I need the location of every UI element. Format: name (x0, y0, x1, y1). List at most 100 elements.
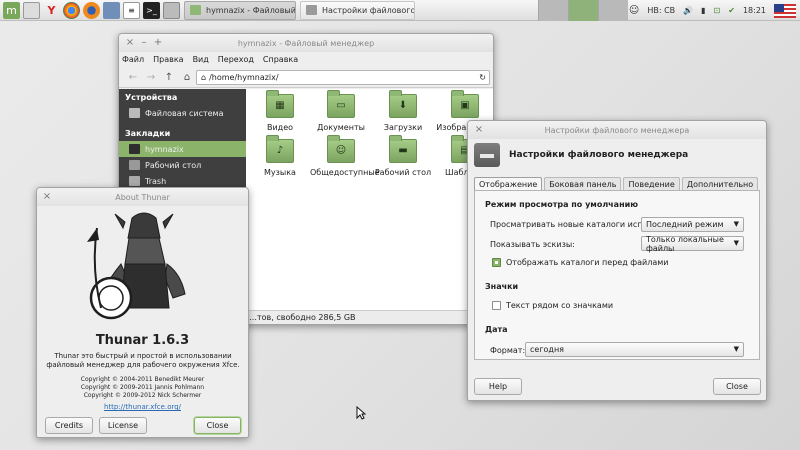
workspace-2[interactable] (568, 0, 598, 21)
file-manager-titlebar[interactable]: × – + hymnazix - Файловый менеджер (119, 34, 493, 52)
close-button[interactable]: Close (194, 417, 241, 434)
close-button[interactable]: Close (713, 378, 761, 395)
about-app-name: Thunar 1.6.3 (95, 333, 190, 348)
desktop-icon (129, 160, 140, 170)
about-description: Thunar это быстрый и простой в использов… (46, 352, 240, 369)
public-folder-icon: ☺ (327, 135, 355, 163)
menu-edit[interactable]: Правка (153, 55, 183, 64)
devices-header: Устройства (125, 93, 178, 102)
chrome-icon[interactable] (63, 1, 80, 19)
about-dialog: × About Thunar Thunar 1.6.3 Thunar это б… (36, 187, 249, 438)
thunar-website-link[interactable]: http://thunar.xfce.org/ (37, 403, 248, 411)
file-item-desktop[interactable]: ▬ Рабочий стол (372, 135, 434, 177)
folders-first-label[interactable]: Отображать каталоги перед файлами (506, 258, 668, 267)
workspace-switcher[interactable] (538, 0, 628, 21)
folders-first-checkbox[interactable] (492, 258, 501, 267)
tab-behavior[interactable]: Поведение (623, 177, 680, 191)
menu-bar: Файл Правка Вид Переход Справка (119, 52, 493, 67)
menu-file[interactable]: Файл (122, 55, 144, 64)
about-titlebar[interactable]: × About Thunar (37, 188, 248, 206)
menu-go[interactable]: Переход (218, 55, 254, 64)
tab-side-pane[interactable]: Боковая панель (544, 177, 622, 191)
credits-button[interactable]: Credits (45, 417, 93, 434)
file-item-documents[interactable]: ▭ Документы (310, 90, 372, 132)
thumbnails-label: Показывать эскизы: (490, 240, 575, 249)
menu-view[interactable]: Вид (193, 55, 209, 64)
close-icon[interactable]: × (473, 124, 485, 136)
text-editor-icon[interactable]: ≡ (123, 1, 140, 19)
keyboard-layout[interactable]: НВ: СВ (647, 6, 675, 15)
power-icon[interactable]: ⊡ (714, 6, 721, 15)
close-icon[interactable]: × (124, 37, 136, 49)
thunar-viking-logo (87, 212, 186, 320)
trash-icon (129, 176, 140, 186)
desktop-folder-icon: ▬ (389, 135, 417, 163)
location-path: /home/hymnazix/ (209, 72, 279, 82)
task-preferences[interactable]: Настройки файлового мене… (300, 0, 415, 20)
file-view[interactable]: ▦ Видео ▭ Документы ⬇ Загрузки ▣ Изображ… (246, 89, 493, 310)
video-folder-icon: ▦ (266, 90, 294, 118)
up-arrow-icon[interactable]: ↑ (160, 72, 178, 83)
window-title: hymnazix - Файловый менеджер (237, 38, 375, 48)
system-tray: ☺ НВ: СВ 🔊 ▮ ⊡ ✔ 18:21 (621, 0, 800, 21)
tab-advanced[interactable]: Дополнительно (681, 177, 759, 191)
copyright-3: Copyright © 2009-2012 Nick Schermer (83, 392, 202, 399)
drive-icon (129, 108, 140, 118)
menu-icon[interactable]: m (3, 1, 20, 19)
firefox-icon[interactable] (83, 1, 100, 19)
file-item-downloads[interactable]: ⬇ Загрузки (372, 90, 434, 132)
window-list-icon[interactable] (163, 1, 180, 19)
text-beside-icons-checkbox[interactable] (492, 301, 501, 310)
network-icon[interactable]: ▮ (701, 6, 705, 15)
location-bar[interactable]: ⌂ /home/hymnazix/ ↻ (196, 69, 490, 85)
thumbnails-select[interactable]: Только локальные файлы ▼ (641, 235, 744, 253)
date-format-label: Формат: (490, 346, 526, 355)
dropdown-arrow-icon: ▼ (733, 220, 739, 228)
toolbar: ← → ↑ ⌂ ⌂ /home/hymnazix/ ↻ (119, 67, 493, 88)
updates-icon[interactable]: ✔ (728, 6, 735, 15)
browse-mode-select[interactable]: Последний режим ▼ (641, 217, 744, 232)
help-button[interactable]: Help (474, 378, 522, 395)
home-icon[interactable]: ⌂ (178, 72, 196, 83)
home-icon (129, 144, 140, 154)
sidebar-item-filesystem[interactable]: Файловая система (119, 105, 246, 121)
forward-arrow-icon[interactable]: → (142, 72, 160, 83)
location-home-icon: ⌂ (201, 72, 207, 82)
home-folder-icon (190, 5, 201, 15)
menu-help[interactable]: Справка (263, 55, 298, 64)
terminal-icon[interactable]: >_ (143, 1, 160, 19)
chat-icon[interactable]: ☺ (629, 5, 639, 16)
reload-icon[interactable]: ↻ (479, 73, 486, 82)
file-item-videos[interactable]: ▦ Видео (249, 90, 311, 132)
sidebar-item-desktop[interactable]: Рабочий стол (119, 157, 246, 173)
close-icon[interactable]: × (41, 191, 53, 203)
preferences-header: Настройки файлового менеджера (474, 140, 760, 170)
file-item-music[interactable]: ♪ Музыка (249, 135, 311, 177)
volume-icon[interactable]: 🔊 (683, 6, 693, 15)
downloads-folder-icon: ⬇ (389, 90, 417, 118)
preferences-titlebar[interactable]: × Настройки файлового менеджера (468, 121, 766, 139)
bookmarks-header: Закладки (125, 129, 171, 138)
maximize-icon[interactable]: + (152, 37, 164, 49)
clock[interactable]: 18:21 (743, 6, 766, 15)
minimize-icon[interactable]: – (138, 37, 150, 49)
copyright-1: Copyright © 2004-2011 Benedikt Meurer (80, 376, 205, 383)
preferences-title: Настройки файлового менеджера (544, 125, 690, 135)
copyright-2: Copyright © 2009-2011 Jannis Pohlmann (80, 384, 205, 391)
sidebar-item-home[interactable]: hymnazix (119, 141, 246, 157)
music-folder-icon: ♪ (266, 135, 294, 163)
status-bar: …тов, свободно 286,5 GB (246, 310, 493, 324)
date-format-select[interactable]: сегодня ▼ (525, 342, 744, 357)
file-manager-icon[interactable] (103, 1, 120, 19)
back-arrow-icon[interactable]: ← (124, 72, 142, 83)
us-flag-icon[interactable] (774, 3, 796, 18)
file-item-public[interactable]: ☺ Общедоступные (310, 135, 380, 177)
license-button[interactable]: License (99, 417, 147, 434)
file-cabinet-icon (474, 143, 500, 167)
mouse-cursor-icon (356, 406, 366, 420)
show-desktop-icon[interactable] (23, 1, 40, 19)
yandex-browser-icon[interactable]: Y (43, 2, 60, 19)
text-beside-icons-label[interactable]: Текст рядом со значками (506, 301, 613, 310)
workspace-1[interactable] (538, 0, 568, 21)
task-file-manager[interactable]: hymnazix - Файловый мене… (184, 0, 296, 20)
